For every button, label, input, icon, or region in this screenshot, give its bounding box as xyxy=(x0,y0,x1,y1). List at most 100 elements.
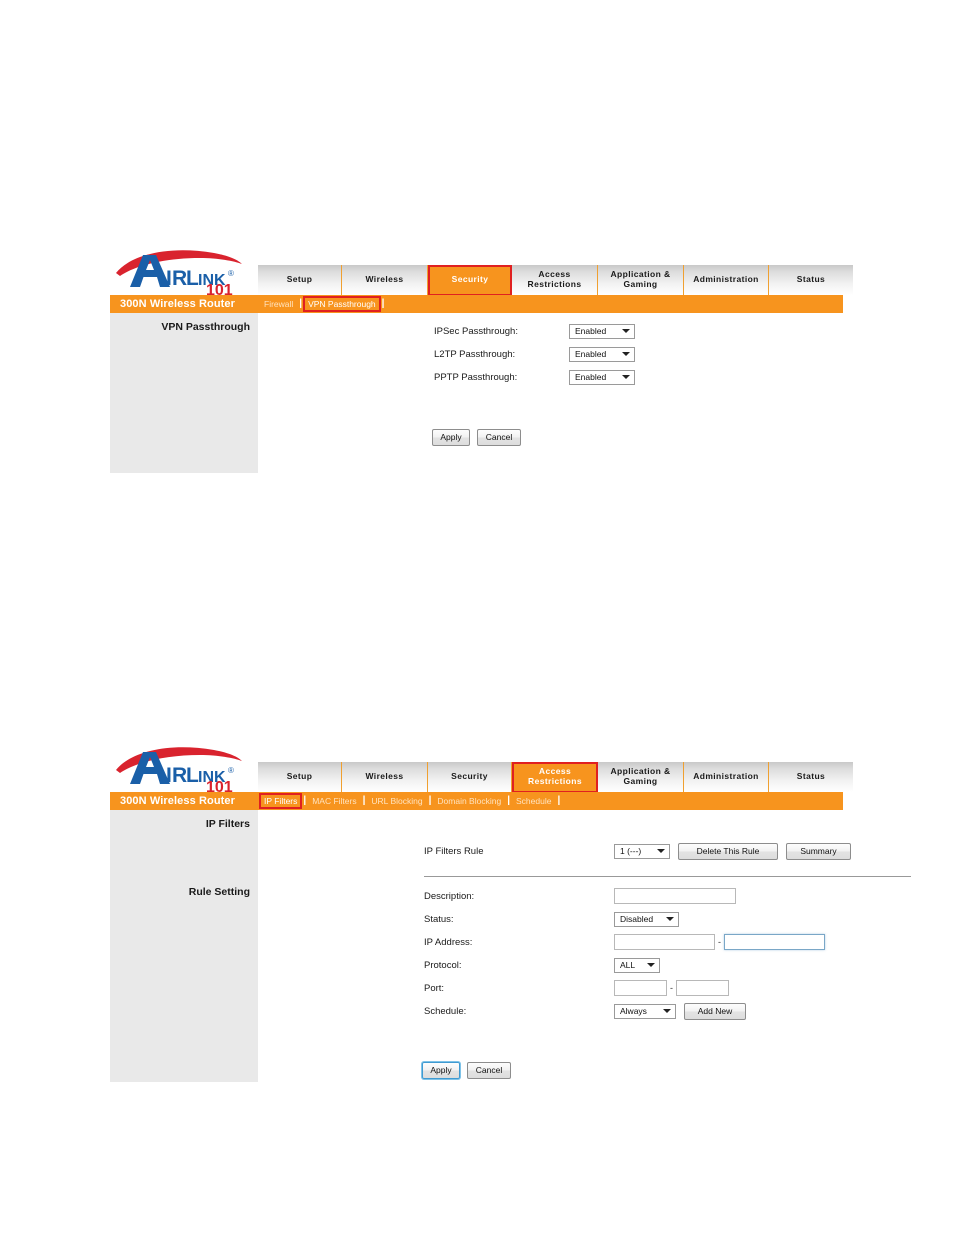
cancel-button[interactable]: Cancel xyxy=(477,428,521,446)
panel-content: IPSec Passthrough: Enabled L2TP Passthro… xyxy=(258,313,843,473)
protocol-select[interactable]: ALL xyxy=(614,957,660,973)
main-tab-status[interactable]: Status xyxy=(769,762,853,792)
form-row-pptp-passthrough: PPTP Passthrough: Enabled xyxy=(434,367,635,387)
section-title-rule-setting: Rule Setting xyxy=(188,886,250,898)
subnav-items: Firewall | VPN Passthrough | xyxy=(258,295,384,313)
device-model-label: 300N Wireless Router xyxy=(120,298,236,310)
main-tab-wireless[interactable]: Wireless xyxy=(342,265,428,295)
main-tab-label: Access Restrictions xyxy=(528,766,582,786)
schedule-label: Schedule: xyxy=(424,1005,467,1017)
description-input[interactable] xyxy=(614,888,736,904)
main-tab-wireless[interactable]: Wireless xyxy=(342,762,428,792)
status-label: Status: xyxy=(424,913,454,925)
main-tab-label: Status xyxy=(796,771,826,782)
main-tab-bar: Setup Wireless Security Access Restrictio… xyxy=(258,265,853,296)
pptp-passthrough-value: Enabled xyxy=(575,372,607,382)
pptp-passthrough-select[interactable]: Enabled xyxy=(569,369,635,385)
port-range-separator: - xyxy=(670,983,673,993)
device-model-label: 300N Wireless Router xyxy=(120,795,236,807)
ipsec-passthrough-value: Enabled xyxy=(575,326,607,336)
chevron-down-icon xyxy=(622,352,630,356)
subnav-item-domain-blocking[interactable]: Domain Blocking xyxy=(431,792,507,810)
main-tab-label: Access Restrictions xyxy=(527,269,582,289)
subnav-item-mac-filters[interactable]: MAC Filters xyxy=(306,792,362,810)
form-row-status: Status: Disabled xyxy=(424,909,679,929)
svg-text:®: ® xyxy=(228,269,234,278)
main-tab-security[interactable]: Security xyxy=(428,762,512,792)
cancel-button[interactable]: Cancel xyxy=(467,1061,511,1079)
l2tp-passthrough-select[interactable]: Enabled xyxy=(569,346,635,362)
chevron-down-icon xyxy=(666,917,674,921)
form-actions: Apply Cancel xyxy=(432,427,521,447)
main-tab-label: Wireless xyxy=(365,274,404,285)
main-tab-access-restrictions[interactable]: Access Restrictions xyxy=(512,762,598,793)
summary-button[interactable]: Summary xyxy=(786,842,851,860)
section-label-column: VPN Passthrough xyxy=(110,313,258,473)
l2tp-passthrough-value: Enabled xyxy=(575,349,607,359)
status-value: Disabled xyxy=(620,914,654,924)
section-label-column: IP Filters Rule Setting xyxy=(110,810,258,1082)
main-tab-label: Application & Gaming xyxy=(610,269,671,289)
subnav-separator: | xyxy=(381,298,385,309)
subnav-separator: | xyxy=(557,795,561,806)
main-tab-label: Security xyxy=(451,771,488,782)
subnav-item-ip-filters[interactable]: IP Filters xyxy=(258,792,303,810)
main-tab-bar: Setup Wireless Security Access Restrictio… xyxy=(258,762,853,793)
apply-button[interactable]: Apply xyxy=(432,428,470,446)
section-title-vpn-passthrough: VPN Passthrough xyxy=(161,321,250,333)
subnav-item-schedule[interactable]: Schedule xyxy=(510,792,557,810)
ip-address-end-input[interactable] xyxy=(724,934,825,950)
main-tab-administration[interactable]: Administration xyxy=(684,762,769,792)
subnav-bar: 300N Wireless Router IP Filters | MAC Fi… xyxy=(110,792,843,810)
svg-text:®: ® xyxy=(228,766,234,775)
subnav-item-url-blocking[interactable]: URL Blocking xyxy=(365,792,428,810)
chevron-down-icon xyxy=(622,329,630,333)
port-start-input[interactable] xyxy=(614,980,667,996)
chevron-down-icon xyxy=(663,1009,671,1013)
form-actions: Apply Cancel xyxy=(422,1060,511,1080)
main-tab-label: Wireless xyxy=(365,771,404,782)
status-select[interactable]: Disabled xyxy=(614,911,679,927)
svg-text:R: R xyxy=(172,764,187,787)
l2tp-passthrough-label: L2TP Passthrough: xyxy=(434,348,516,360)
section-title-ip-filters: IP Filters xyxy=(205,818,250,830)
main-tab-setup[interactable]: Setup xyxy=(258,762,342,792)
main-tab-access-restrictions[interactable]: Access Restrictions xyxy=(512,265,598,295)
main-tab-administration[interactable]: Administration xyxy=(684,265,769,295)
protocol-label: Protocol: xyxy=(424,959,462,971)
schedule-select[interactable]: Always xyxy=(614,1003,676,1019)
panel-header: I R L INK ® 101 Setup Wireless Security … xyxy=(110,243,853,296)
panel-header: I R L INK ® 101 Setup Wireless Security … xyxy=(110,740,853,793)
ip-filters-rule-select[interactable]: 1 (---) xyxy=(614,843,670,859)
subnav-item-vpn-passthrough[interactable]: VPN Passthrough xyxy=(302,295,382,313)
svg-text:101: 101 xyxy=(206,282,233,295)
main-tab-application-gaming[interactable]: Application & Gaming xyxy=(598,265,684,295)
delete-this-rule-button[interactable]: Delete This Rule xyxy=(678,842,778,860)
apply-button[interactable]: Apply xyxy=(422,1061,460,1079)
panel-body: VPN Passthrough IPSec Passthrough: Enabl… xyxy=(110,313,843,473)
ip-filters-rule-label: IP Filters Rule xyxy=(424,845,484,857)
router-admin-panel-ip-filters: I R L INK ® 101 Setup Wireless Security … xyxy=(110,740,911,1082)
airlink-101-logo: I R L INK ® 101 xyxy=(110,740,258,792)
chevron-down-icon xyxy=(647,963,655,967)
subnav-item-firewall[interactable]: Firewall xyxy=(258,295,299,313)
main-tab-application-gaming[interactable]: Application & Gaming xyxy=(598,762,684,792)
main-tab-security[interactable]: Security xyxy=(428,265,512,296)
ip-address-start-input[interactable] xyxy=(614,934,715,950)
protocol-value: ALL xyxy=(620,960,636,970)
main-tab-label: Administration xyxy=(693,771,759,782)
form-row-description: Description: xyxy=(424,886,736,906)
main-tab-setup[interactable]: Setup xyxy=(258,265,342,295)
ipsec-passthrough-select[interactable]: Enabled xyxy=(569,323,635,339)
chevron-down-icon xyxy=(657,849,665,853)
main-tab-label: Setup xyxy=(286,274,313,285)
ip-filters-rule-value: 1 (---) xyxy=(620,846,642,856)
port-end-input[interactable] xyxy=(676,980,729,996)
svg-text:I: I xyxy=(166,764,171,787)
main-tab-label: Security xyxy=(451,274,489,285)
add-new-button[interactable]: Add New xyxy=(684,1002,746,1020)
svg-text:101: 101 xyxy=(206,779,233,792)
form-row-ip-address: IP Address: - xyxy=(424,932,825,952)
main-tab-status[interactable]: Status xyxy=(769,265,853,295)
form-row-port: Port: - xyxy=(424,978,729,998)
